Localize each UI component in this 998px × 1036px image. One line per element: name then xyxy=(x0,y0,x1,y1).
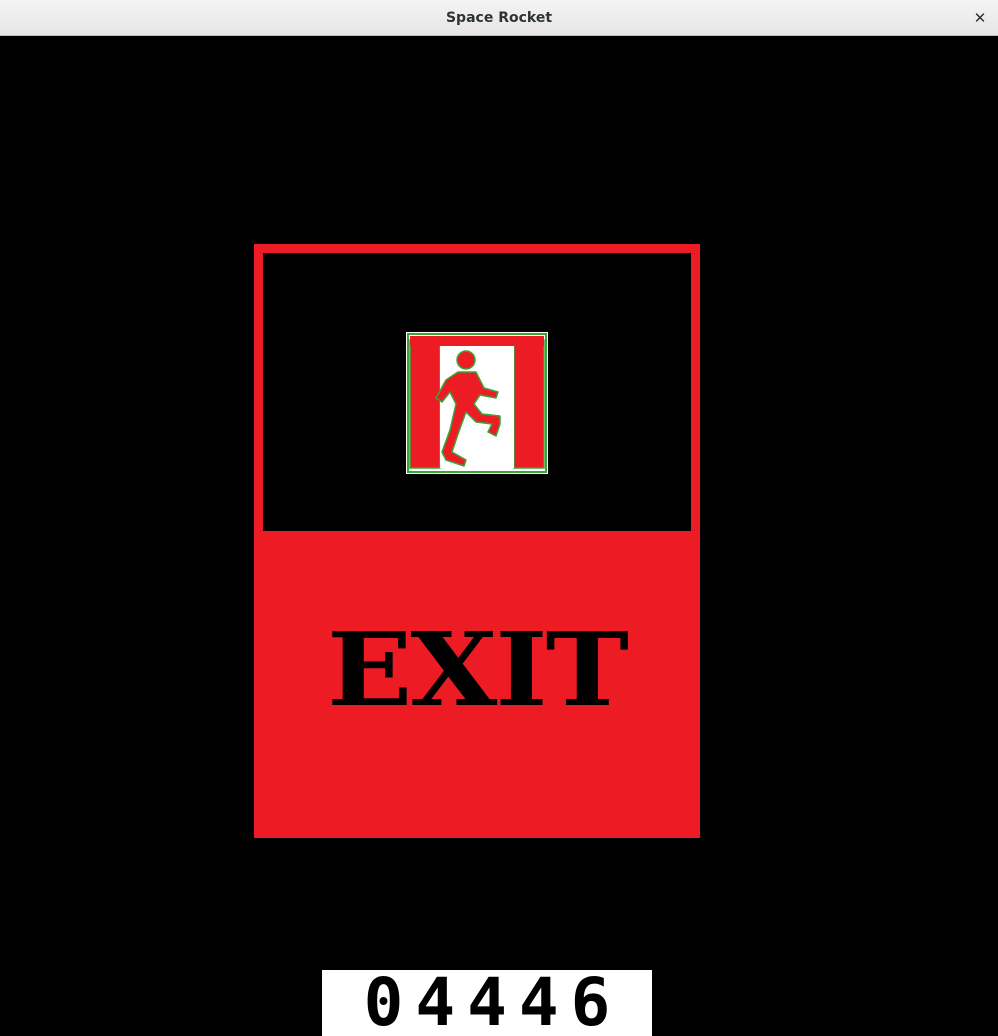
window-title: Space Rocket xyxy=(445,10,553,26)
game-canvas[interactable]: EXIT 04446 xyxy=(0,36,998,1036)
close-button[interactable]: ✕ xyxy=(970,8,990,28)
running-man-exit-icon xyxy=(406,332,548,474)
title-bar: Space Rocket ✕ xyxy=(0,0,998,36)
exit-sign[interactable]: EXIT xyxy=(254,244,700,838)
exit-label: EXIT xyxy=(327,611,629,730)
score-counter: 04446 xyxy=(363,964,623,1036)
game-window: Space Rocket ✕ EXIT 04446 xyxy=(0,0,998,1036)
exit-sign-bottom-panel: EXIT xyxy=(254,531,700,838)
score-panel: 04446 xyxy=(322,970,652,1036)
exit-sign-top-panel xyxy=(254,244,700,531)
